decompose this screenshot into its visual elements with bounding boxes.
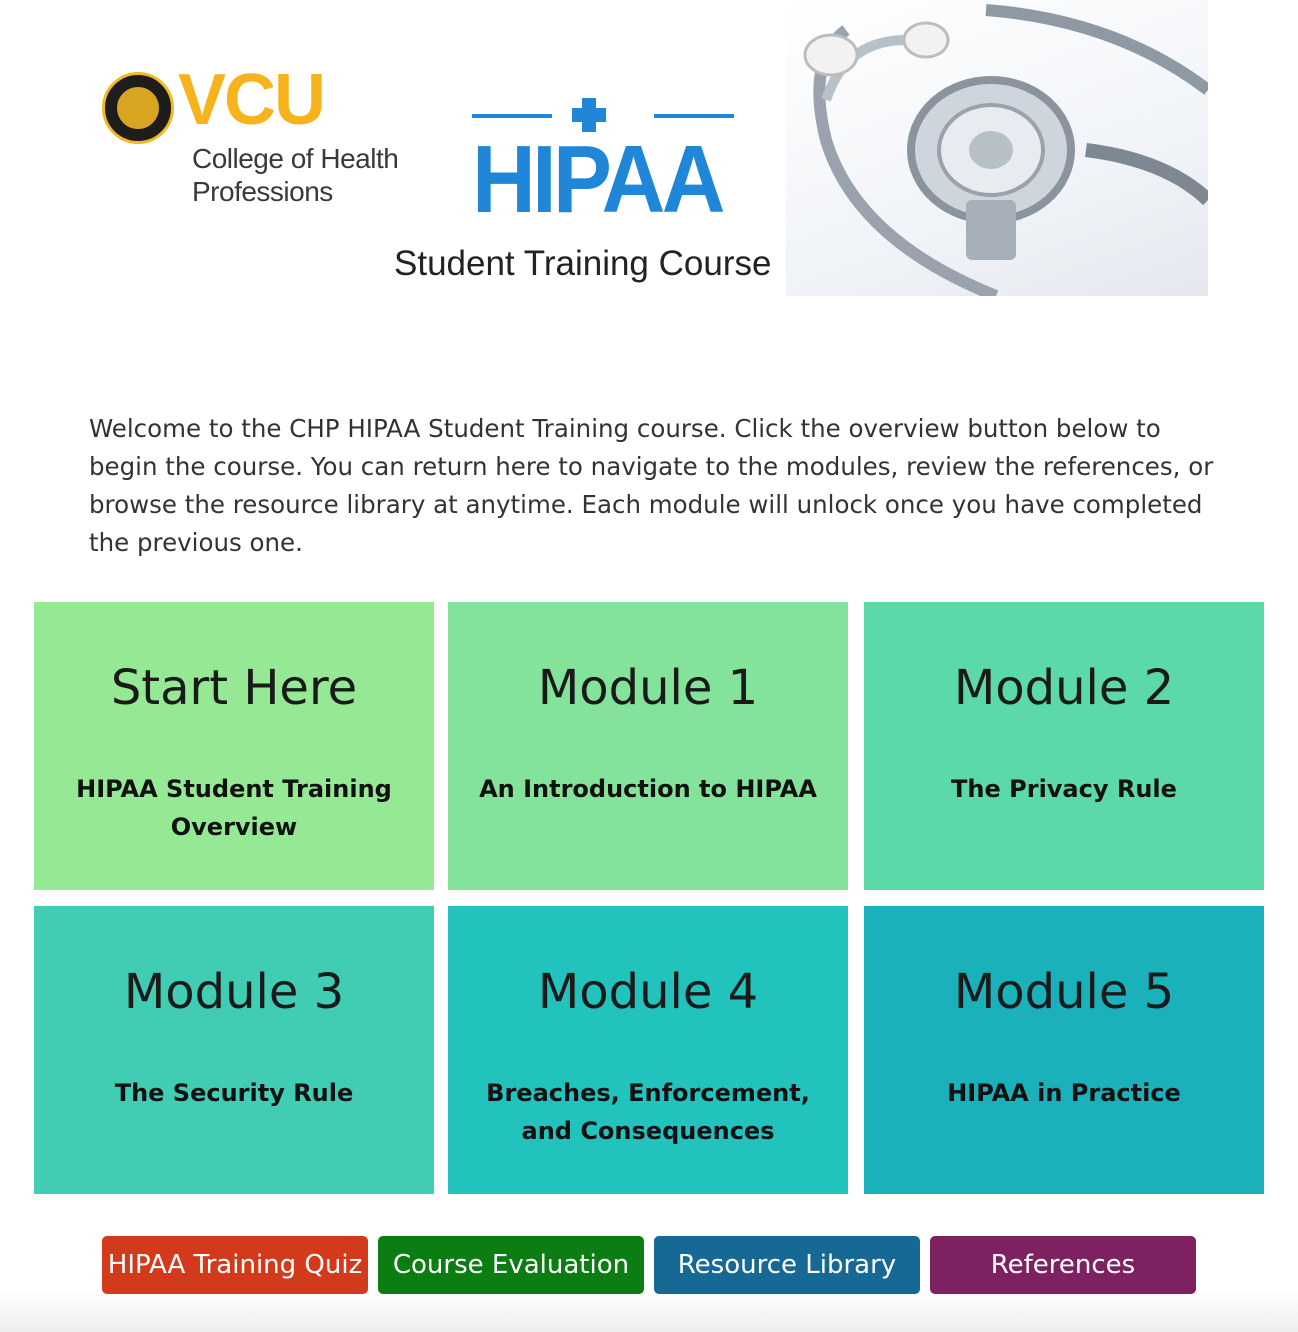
tile-subtitle: HIPAA in Practice [947,1079,1181,1107]
course-evaluation-button[interactable]: Course Evaluation [378,1236,644,1294]
resource-library-button[interactable]: Resource Library [654,1236,920,1294]
tile-title: Module 4 [537,964,759,1020]
tile-subtitle: The Security Rule [114,1079,354,1107]
vcu-college-name: College of Health Professions [192,142,399,208]
vcu-logo-text: VCU [178,60,326,140]
tile-start-here[interactable]: Start Here HIPAA Student Training Overvi… [34,602,434,890]
intro-text: Welcome to the CHP HIPAA Student Trainin… [89,414,1214,557]
hipaa-logo-text: HIPAA [472,126,726,233]
tile-subtitle: The Privacy Rule [951,775,1177,803]
tile-module-3[interactable]: Module 3 The Security Rule [34,906,434,1194]
tile-module-5[interactable]: Module 5 HIPAA in Practice [864,906,1264,1194]
tile-title: Module 3 [123,964,345,1020]
vcu-college-line2: Professions [192,176,333,207]
course-subtitle: Student Training Course [394,244,772,283]
tile-title: Module 5 [953,964,1175,1020]
tile-subtitle: Breaches, Enforcement, and Consequences [486,1079,810,1145]
tile-module-4[interactable]: Module 4 Breaches, Enforcement, and Cons… [448,906,848,1194]
tile-subtitle: HIPAA Student Training Overview [76,775,392,841]
tile-title: Module 2 [953,660,1175,716]
quiz-button[interactable]: HIPAA Training Quiz [102,1236,368,1294]
tile-module-1[interactable]: Module 1 An Introduction to HIPAA [448,602,848,890]
course-banner: VCU College of Health Professions HIPAA … [0,0,1298,302]
vcu-college-line1: College of Health [192,143,399,174]
vcu-seal-icon [102,72,174,144]
tile-title: Start Here [110,660,358,716]
tile-title: Module 1 [537,660,759,716]
stethoscope-icon [803,4,1213,302]
tile-module-2[interactable]: Module 2 The Privacy Rule [864,602,1264,890]
stethoscope-image [786,0,1213,302]
tile-subtitle: An Introduction to HIPAA [479,775,817,803]
references-button[interactable]: References [930,1236,1196,1294]
page-footer-shade [0,1290,1298,1332]
